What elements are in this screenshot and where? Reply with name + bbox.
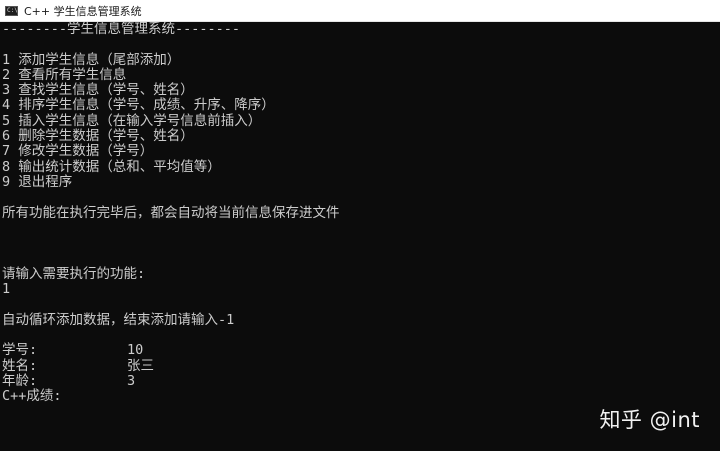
field-value: 3 xyxy=(127,372,136,389)
console-window: C:\ C++ 学生信息管理系统 --------学生信息管理系统-------… xyxy=(0,0,720,451)
menu-item-add: 1 添加学生信息（尾部添加） xyxy=(2,51,181,68)
field-label: 年龄: xyxy=(2,372,38,389)
field-value: 张三 xyxy=(127,357,154,374)
menu-header: --------学生信息管理系统-------- xyxy=(2,22,241,37)
field-name: 姓名: 张三 xyxy=(2,357,718,374)
title-bar[interactable]: C:\ C++ 学生信息管理系统 xyxy=(0,0,720,22)
field-age: 年龄: 3 xyxy=(2,372,718,389)
field-student-id: 学号: 10 xyxy=(2,342,718,359)
field-label: C++成绩: xyxy=(2,388,62,405)
function-prompt: 请输入需要执行的功能: xyxy=(2,265,146,282)
window-title: C++ 学生信息管理系统 xyxy=(24,4,142,18)
user-input: 1 xyxy=(2,281,11,298)
console-output[interactable]: --------学生信息管理系统-------- 1 添加学生信息（尾部添加） … xyxy=(2,22,718,451)
menu-item-stats: 8 输出统计数据（总和、平均值等） xyxy=(2,158,221,175)
menu-item-delete: 6 删除学生数据（学号、姓名） xyxy=(2,128,194,145)
menu-item-insert: 5 插入学生信息（在输入学号信息前插入） xyxy=(2,112,262,129)
save-notice: 所有功能在执行完毕后，都会自动将当前信息保存进文件 xyxy=(2,204,340,221)
menu-item-modify: 7 修改学生数据（学号） xyxy=(2,143,154,160)
menu-item-exit: 9 退出程序 xyxy=(2,173,73,190)
menu-item-view: 2 查看所有学生信息 xyxy=(2,66,127,83)
field-value: 10 xyxy=(127,342,144,359)
menu-item-sort: 4 排序学生信息（学号、成绩、升序、降序） xyxy=(2,97,275,114)
console-app-icon[interactable]: C:\ xyxy=(5,5,18,16)
field-label: 姓名: xyxy=(2,357,38,374)
auto-add-message: 自动循环添加数据，结束添加请输入-1 xyxy=(2,311,235,328)
field-label: 学号: xyxy=(2,342,38,359)
field-cpp-score[interactable]: C++成绩: xyxy=(2,388,718,405)
zhihu-watermark: 知乎 @int xyxy=(599,408,700,432)
